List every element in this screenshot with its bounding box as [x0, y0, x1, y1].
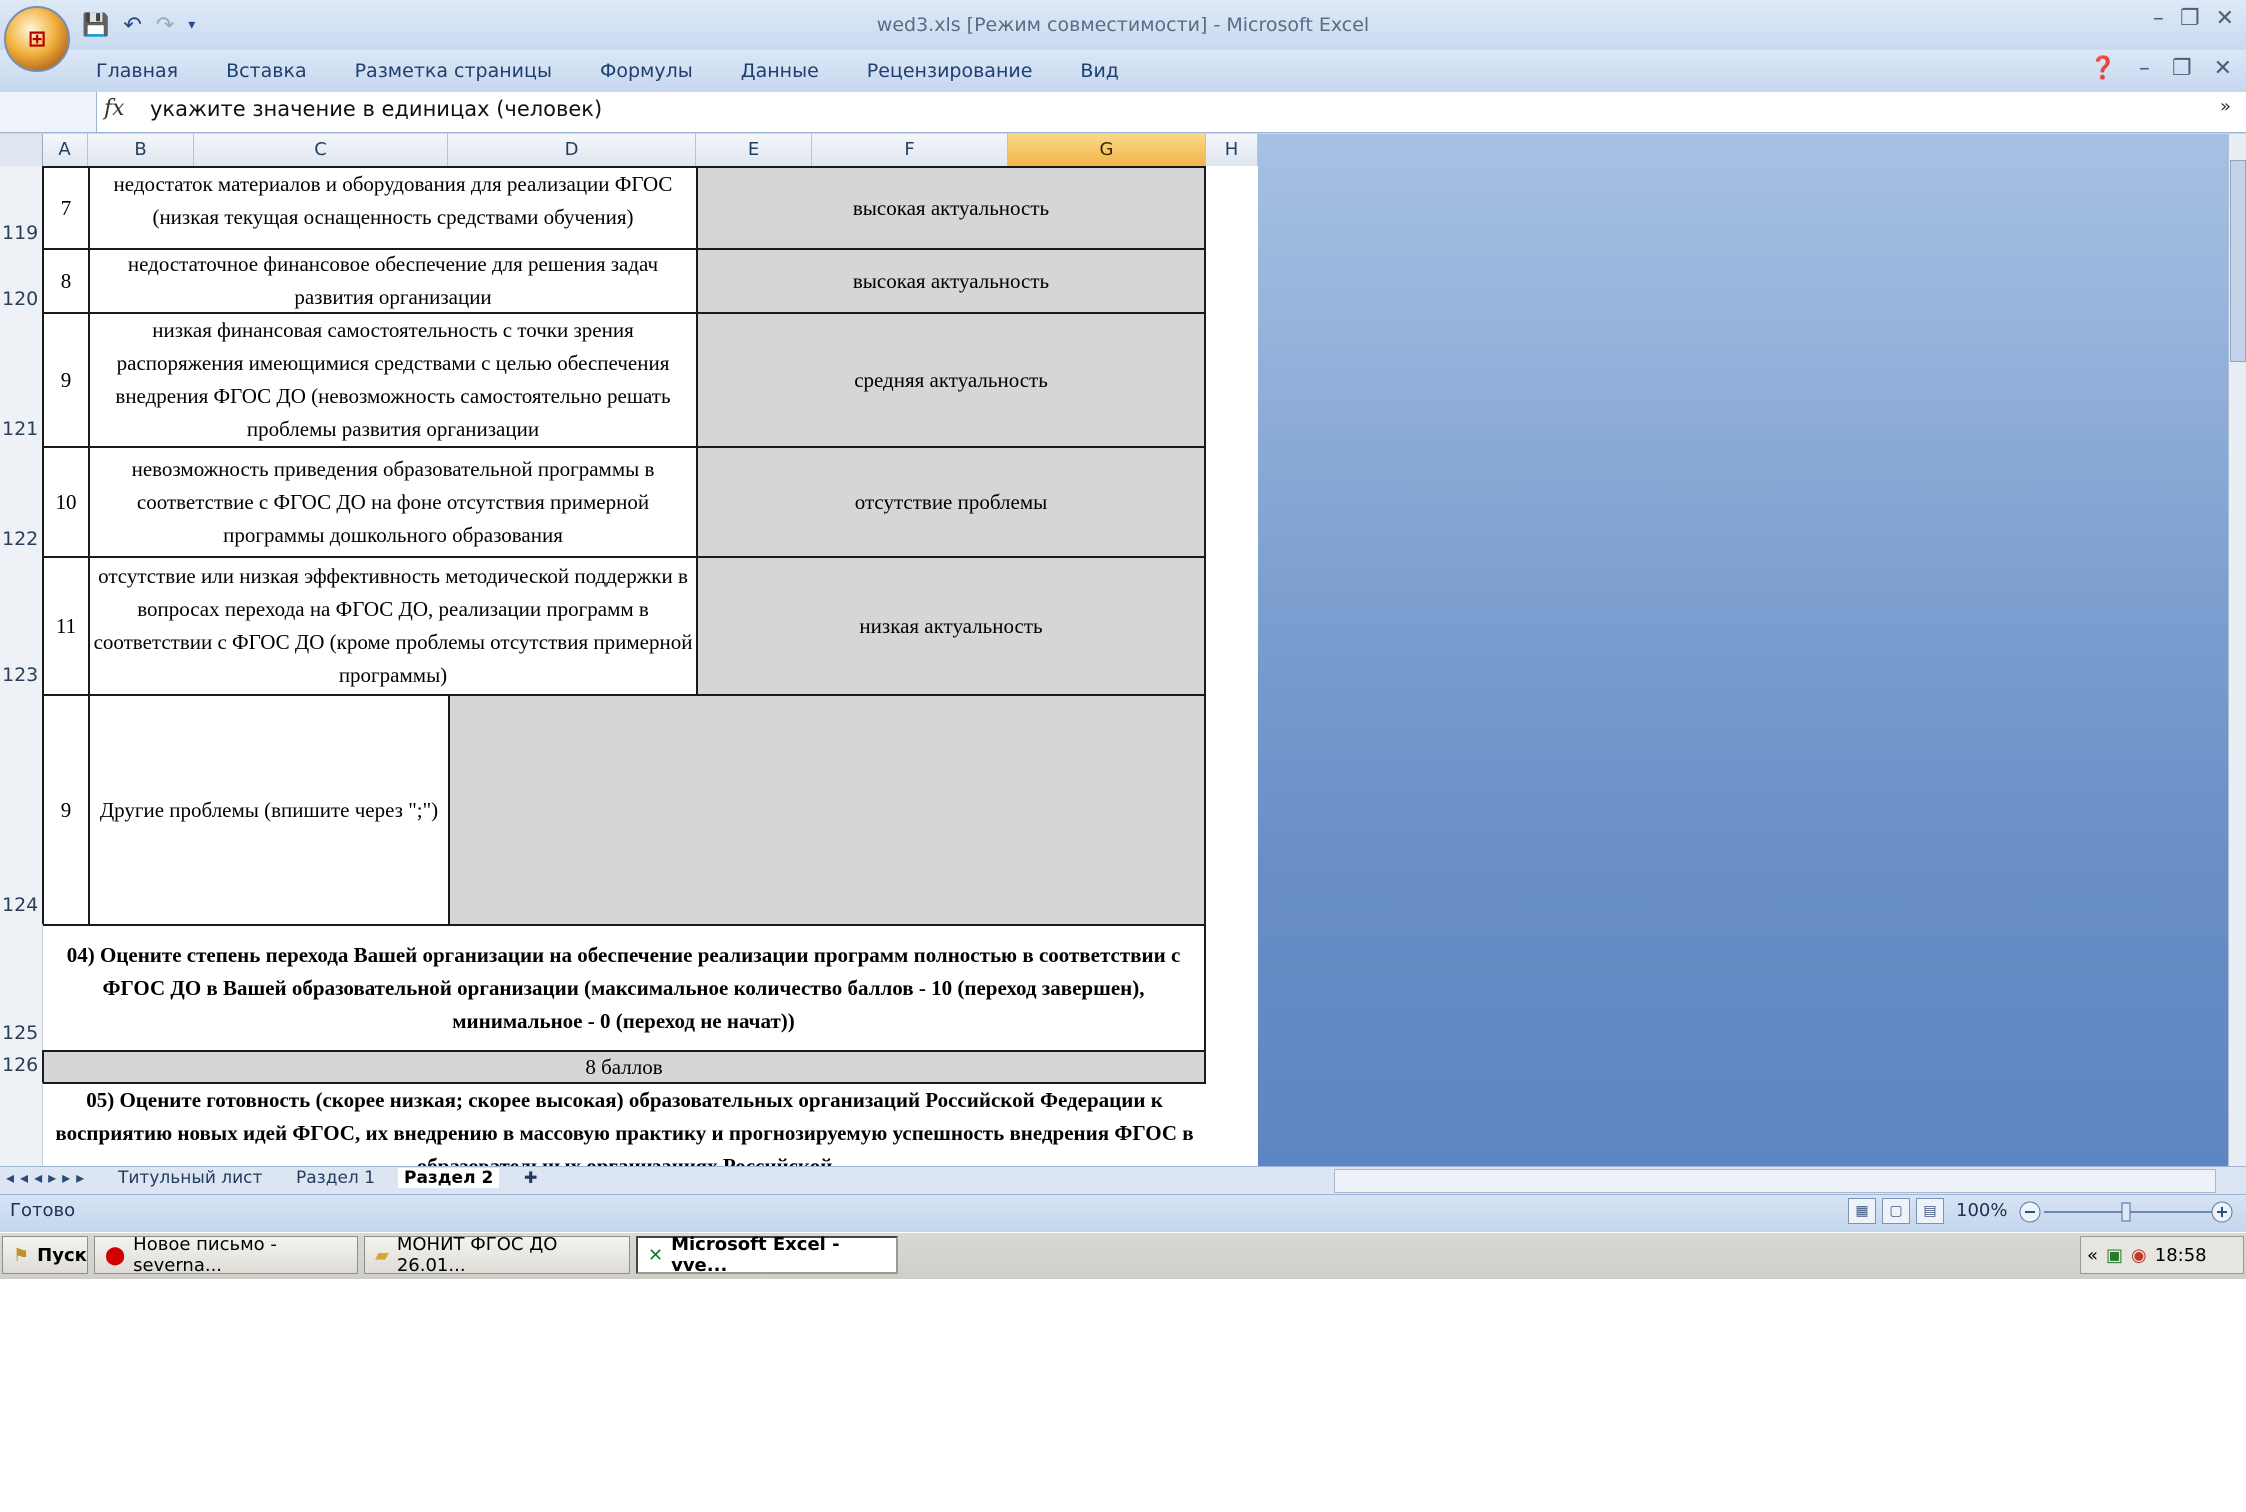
restore-icon[interactable]: ❐ — [2180, 6, 2200, 31]
row-index-cell[interactable]: 7 — [42, 166, 90, 250]
relevance-answer-cell[interactable]: средняя актуальность — [696, 312, 1206, 448]
system-tray: « ▣ ◉ 18:58 — [2080, 1236, 2244, 1274]
insert-sheet-icon[interactable]: ✚ — [524, 1168, 537, 1187]
normal-view-icon[interactable]: ▦ — [1848, 1198, 1876, 1224]
start-button[interactable]: ⚑ Пуск — [2, 1236, 88, 1274]
help-icon[interactable]: ❓ — [2089, 56, 2116, 81]
select-all-corner[interactable] — [0, 134, 43, 166]
column-header-f[interactable]: F — [812, 134, 1008, 166]
workbook-restore-icon[interactable]: ❐ — [2172, 56, 2192, 81]
zoom-thumb — [2121, 1202, 2131, 1222]
row-header-125[interactable]: 125 — [0, 1022, 42, 1044]
problem-text-cell[interactable]: недостаточное финансовое обеспечение для… — [88, 248, 698, 314]
workbook-controls: ❓ – ❐ ✕ — [2089, 56, 2232, 81]
status-text: Готово — [10, 1200, 76, 1221]
column-header-e[interactable]: E — [696, 134, 812, 166]
taskbar-item-mail[interactable]: ⬤ Новое письмо - severna... — [94, 1234, 358, 1276]
column-header-a[interactable]: A — [42, 134, 88, 166]
tab-home[interactable]: Главная — [96, 60, 178, 82]
row-index-cell[interactable]: 9 — [42, 312, 90, 448]
formula-input[interactable]: укажите значение в единицах (человек) — [150, 97, 602, 121]
fx-icon[interactable]: fx — [104, 96, 125, 121]
column-header-b[interactable]: B — [88, 134, 194, 166]
opera-icon: ⬤ — [105, 1244, 126, 1266]
row-index-cell[interactable]: 9 — [42, 694, 90, 926]
tab-review[interactable]: Рецензирование — [867, 60, 1033, 82]
problem-text-cell[interactable]: низкая финансовая самостоятельность с то… — [88, 312, 698, 448]
zoom-slider[interactable] — [2016, 1200, 2236, 1224]
row-header-123[interactable]: 123 — [0, 664, 42, 686]
clock[interactable]: 18:58 — [2155, 1245, 2207, 1266]
relevance-answer-cell[interactable]: низкая актуальность — [696, 556, 1206, 696]
column-header-g[interactable]: G — [1008, 134, 1206, 166]
question-5-text: 05) Оцените готовность (скорее низкая; с… — [42, 1082, 1206, 1166]
name-box[interactable] — [0, 92, 97, 132]
office-button[interactable]: ⊞ — [4, 6, 70, 72]
tab-data[interactable]: Данные — [741, 60, 819, 82]
row-index-cell[interactable]: 8 — [42, 248, 90, 314]
taskbar-item-folder[interactable]: ▰ МОНИТ ФГОС ДО 26.01... — [364, 1234, 630, 1276]
tab-insert[interactable]: Вставка — [226, 60, 307, 82]
relevance-answer-cell[interactable]: отсутствие проблемы — [696, 446, 1206, 558]
other-problems-label: Другие проблемы (впишите через ";") — [88, 694, 450, 926]
column-header-c[interactable]: C — [194, 134, 448, 166]
workbook-close-icon[interactable]: ✕ — [2214, 56, 2232, 81]
taskbar-item-excel[interactable]: ✕ Microsoft Excel - vve... — [636, 1234, 898, 1276]
zoom-level[interactable]: 100% — [1956, 1200, 2007, 1221]
sheet-nav-arrows[interactable]: ◂◂◂▸▸▸ — [6, 1168, 90, 1187]
column-header-d[interactable]: D — [448, 134, 696, 166]
other-problems-input-cell[interactable] — [448, 694, 1206, 926]
row-header-124[interactable]: 124 — [0, 894, 42, 916]
window-title: wed3.xls [Режим совместимости] - Microso… — [876, 14, 1370, 36]
row-header-120[interactable]: 120 — [0, 288, 42, 310]
folder-icon: ▰ — [375, 1244, 389, 1266]
relevance-answer-cell[interactable]: высокая актуальность — [696, 166, 1206, 250]
sheet-tab-title[interactable]: Титульный лист — [118, 1168, 262, 1188]
row-header-119[interactable]: 119 — [0, 222, 42, 244]
problem-text-cell[interactable]: отсутствие или низкая эффективность мето… — [88, 556, 698, 696]
column-header-h[interactable]: H — [1206, 134, 1258, 166]
workbook-minimize-icon[interactable]: – — [2139, 56, 2150, 81]
tray-expand-icon[interactable]: « — [2087, 1245, 2098, 1266]
excel-icon: ✕ — [648, 1244, 664, 1266]
antivirus-icon[interactable]: ◉ — [2131, 1245, 2147, 1266]
row-header-126[interactable]: 126 — [0, 1054, 42, 1076]
relevance-answer-cell[interactable]: высокая актуальность — [696, 248, 1206, 314]
window-controls: – ❐ ✕ — [2153, 6, 2234, 31]
sheet-tab-section-2[interactable]: Раздел 2 — [398, 1168, 500, 1188]
row-header-122[interactable]: 122 — [0, 528, 42, 550]
question-4-answer-cell[interactable]: 8 баллов — [42, 1050, 1206, 1084]
row-index-cell[interactable]: 11 — [42, 556, 90, 696]
question-4-text: 04) Оцените степень перехода Вашей орган… — [42, 924, 1206, 1052]
empty-window-area — [1258, 134, 2228, 1166]
view-buttons: ▦ ▢ ▤ — [1848, 1198, 1944, 1224]
page-layout-view-icon[interactable]: ▢ — [1882, 1198, 1910, 1224]
tab-page-layout[interactable]: Разметка страницы — [355, 60, 552, 82]
row-index-cell[interactable]: 10 — [42, 446, 90, 558]
expand-formula-icon[interactable]: » — [2220, 96, 2240, 126]
tab-view[interactable]: Вид — [1080, 60, 1119, 82]
minimize-icon[interactable]: – — [2153, 6, 2164, 31]
network-icon[interactable]: ▣ — [2106, 1245, 2123, 1266]
tab-formulas[interactable]: Формулы — [600, 60, 693, 82]
horizontal-scrollbar[interactable] — [1334, 1169, 2216, 1193]
problem-text-cell[interactable]: недостаток материалов и оборудования для… — [88, 166, 698, 250]
sheet-tab-section-1[interactable]: Раздел 1 — [296, 1168, 375, 1188]
ribbon-tabs: Главная Вставка Разметка страницы Формул… — [96, 60, 1119, 82]
problem-text-cell[interactable]: невозможность приведения образовательной… — [88, 446, 698, 558]
row-header-121[interactable]: 121 — [0, 418, 42, 440]
windows-logo-icon: ⚑ — [13, 1244, 30, 1266]
vertical-scroll-thumb[interactable] — [2230, 160, 2246, 362]
page-break-view-icon[interactable]: ▤ — [1916, 1198, 1944, 1224]
close-icon[interactable]: ✕ — [2216, 6, 2234, 31]
